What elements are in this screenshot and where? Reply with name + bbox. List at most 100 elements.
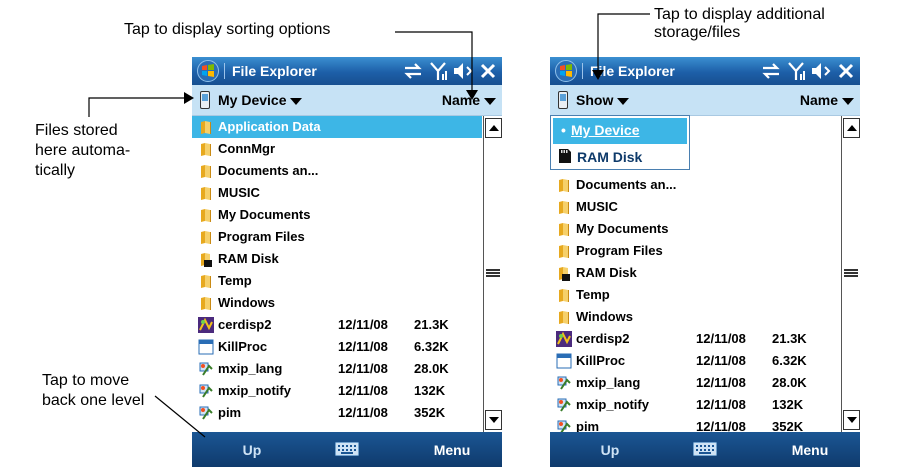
folder-icon — [197, 162, 215, 180]
up-softkey[interactable]: Up — [580, 442, 640, 458]
scroll-down-button[interactable] — [485, 410, 502, 430]
back-callout-label-line2: back one level — [42, 392, 145, 409]
scroll-up-button[interactable] — [843, 118, 860, 138]
exe-icon — [197, 404, 215, 422]
list-item[interactable]: mxip_notify 12/11/08 132K — [192, 380, 482, 402]
list-item[interactable]: cerdisp2 12/11/08 21.3K — [550, 328, 840, 350]
vertical-scrollbar[interactable] — [483, 116, 502, 432]
item-size: 352K — [772, 419, 804, 432]
item-name: mxip_notify — [218, 383, 291, 398]
list-item[interactable]: Program Files — [192, 226, 482, 248]
menu-item-my-device[interactable]: • My Device — [553, 118, 687, 144]
item-name: Windows — [576, 309, 633, 324]
softkey-bar: Up Menu — [192, 432, 502, 467]
exe-icon — [555, 396, 573, 414]
storage-folder-icon — [197, 250, 215, 268]
item-size: 352K — [414, 405, 446, 420]
scroll-thumb[interactable] — [844, 269, 858, 277]
item-size: 6.32K — [772, 353, 807, 368]
files-callout-label-line3: tically — [35, 162, 76, 179]
location-dropdown[interactable]: My Device — [218, 92, 303, 108]
item-name: mxip_notify — [576, 397, 649, 412]
title-separator — [582, 63, 583, 79]
close-icon[interactable] — [478, 60, 498, 82]
list-item[interactable]: mxip_lang 12/11/08 28.0K — [192, 358, 482, 380]
list-item[interactable]: Windows — [192, 292, 482, 314]
list-item[interactable]: Windows — [550, 306, 840, 328]
item-name: Program Files — [576, 243, 663, 258]
list-item[interactable]: ConnMgr — [192, 138, 482, 160]
item-date: 12/11/08 — [338, 383, 388, 398]
menu-item-ram-disk[interactable]: RAM Disk — [553, 144, 687, 170]
up-softkey[interactable]: Up — [222, 442, 282, 458]
sd-card-icon — [559, 149, 571, 163]
menu-softkey[interactable]: Menu — [422, 442, 482, 458]
keyboard-icon[interactable] — [335, 442, 359, 456]
list-item[interactable]: mxip_lang 12/11/08 28.0K — [550, 372, 840, 394]
window-title: File Explorer — [590, 63, 675, 79]
list-item[interactable]: My Documents — [192, 204, 482, 226]
list-item[interactable]: pim 12/11/08 352K — [192, 402, 482, 424]
item-name: KillProc — [576, 353, 626, 368]
list-item[interactable]: RAM Disk — [192, 248, 482, 270]
list-item[interactable]: cerdisp2 12/11/08 21.3K — [192, 314, 482, 336]
connectivity-icon[interactable] — [760, 60, 782, 82]
item-date: 12/11/08 — [696, 331, 746, 346]
keyboard-icon[interactable] — [693, 442, 717, 456]
item-name: RAM Disk — [218, 251, 279, 266]
sort-dropdown[interactable]: Name — [442, 92, 496, 108]
item-name: pim — [218, 405, 242, 420]
softkey-bar: Up Menu — [550, 432, 860, 467]
windows-start-icon[interactable] — [554, 60, 578, 82]
storage-callout-label-line1: Tap to display additional — [654, 6, 825, 23]
location-label: My Device — [218, 92, 287, 108]
windows-start-icon[interactable] — [196, 60, 220, 82]
item-name: cerdisp2 — [576, 331, 630, 346]
scroll-down-button[interactable] — [843, 410, 860, 430]
connectivity-icon[interactable] — [402, 60, 424, 82]
list-item[interactable]: Documents an... — [550, 174, 840, 196]
list-item[interactable]: Program Files — [550, 240, 840, 262]
list-item[interactable]: Application Data — [192, 116, 482, 138]
exe-icon — [555, 374, 573, 392]
item-name: Documents an... — [218, 163, 319, 178]
list-item[interactable]: MUSIC — [550, 196, 840, 218]
close-icon[interactable] — [836, 60, 856, 82]
title-bar: File Explorer — [550, 57, 860, 85]
item-name: My Documents — [218, 207, 311, 222]
menu-softkey[interactable]: Menu — [780, 442, 840, 458]
status-icons — [402, 60, 498, 82]
scroll-up-button[interactable] — [485, 118, 502, 138]
signal-icon[interactable] — [786, 60, 806, 82]
list-item[interactable]: RAM Disk — [550, 262, 840, 284]
scroll-thumb[interactable] — [486, 269, 500, 277]
app-icon — [197, 316, 215, 334]
signal-icon[interactable] — [428, 60, 448, 82]
location-toolbar: My Device Name — [192, 85, 502, 116]
list-item[interactable]: Documents an... — [192, 160, 482, 182]
item-date: 12/11/08 — [696, 419, 746, 432]
storage-dropdown-menu: • My Device RAM Disk — [550, 115, 690, 170]
list-item[interactable]: Temp — [192, 270, 482, 292]
list-item[interactable]: KillProc 12/11/08 6.32K — [550, 350, 840, 372]
list-item[interactable]: My Documents — [550, 218, 840, 240]
chevron-down-icon — [617, 97, 630, 105]
volume-icon[interactable] — [452, 60, 474, 82]
app-icon — [555, 330, 573, 348]
list-item[interactable]: pim 12/11/08 352K — [550, 416, 840, 432]
menu-item-label: RAM Disk — [577, 149, 643, 165]
exe-icon — [555, 418, 573, 432]
sort-dropdown[interactable]: Name — [800, 92, 854, 108]
window-icon — [555, 352, 573, 370]
list-item[interactable]: MUSIC — [192, 182, 482, 204]
window-icon — [197, 338, 215, 356]
volume-icon[interactable] — [810, 60, 832, 82]
show-dropdown[interactable]: Show — [576, 92, 630, 108]
location-toolbar: Show Name — [550, 85, 860, 116]
list-item[interactable]: mxip_notify 12/11/08 132K — [550, 394, 840, 416]
vertical-scrollbar[interactable] — [841, 116, 860, 432]
storage-callout-label-line2: storage/files — [654, 24, 741, 41]
list-item[interactable]: KillProc 12/11/08 6.32K — [192, 336, 482, 358]
item-name: cerdisp2 — [218, 317, 272, 332]
list-item[interactable]: Temp — [550, 284, 840, 306]
